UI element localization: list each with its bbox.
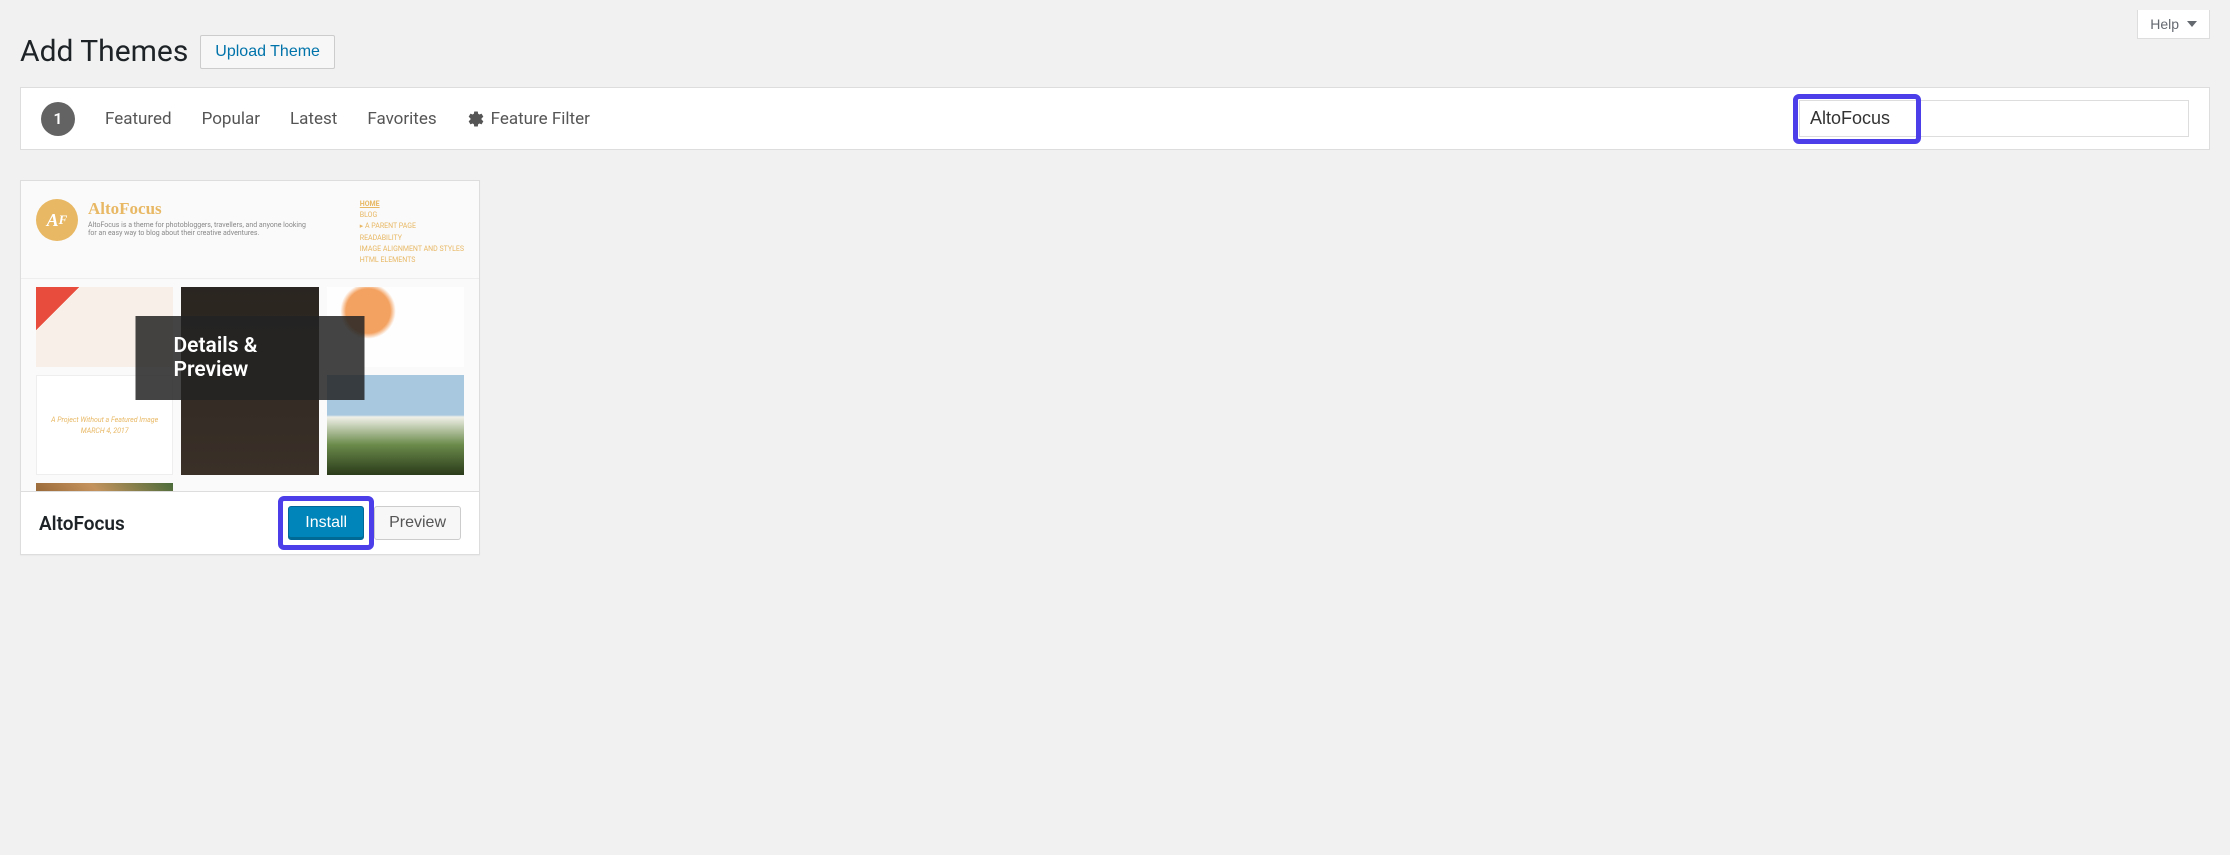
results-count-badge: 1 xyxy=(41,102,75,136)
search-input[interactable] xyxy=(1799,100,2189,137)
filter-favorites[interactable]: Favorites xyxy=(367,109,436,129)
page-header: Add Themes Upload Theme xyxy=(20,34,2210,69)
filter-featured[interactable]: Featured xyxy=(105,109,172,129)
help-label: Help xyxy=(2150,16,2179,32)
theme-preview-title: AltoFocus xyxy=(88,199,350,219)
gear-icon xyxy=(467,110,485,128)
install-button[interactable]: Install xyxy=(288,506,364,540)
theme-grid: AF AltoFocus AltoFocus is a theme for ph… xyxy=(20,180,2210,555)
theme-footer: AltoFocus Install Preview xyxy=(21,491,479,554)
details-preview-button[interactable]: Details & Preview xyxy=(136,316,365,400)
filter-bar: 1 Featured Popular Latest Favorites Feat… xyxy=(20,87,2210,150)
chevron-down-icon xyxy=(2187,21,2197,27)
filter-latest[interactable]: Latest xyxy=(290,109,337,129)
theme-card[interactable]: AF AltoFocus AltoFocus is a theme for ph… xyxy=(20,180,480,555)
upload-theme-button[interactable]: Upload Theme xyxy=(200,35,335,69)
feature-filter-button[interactable]: Feature Filter xyxy=(467,109,590,129)
theme-name: AltoFocus xyxy=(39,512,288,535)
preview-button[interactable]: Preview xyxy=(374,506,461,540)
theme-logo: AF xyxy=(36,199,78,241)
theme-preview-menu: HOME BLOG ▸ A PARENT PAGE READABILITY IM… xyxy=(360,199,464,266)
feature-filter-label: Feature Filter xyxy=(491,109,590,129)
theme-screenshot: AF AltoFocus AltoFocus is a theme for ph… xyxy=(21,181,479,491)
filter-popular[interactable]: Popular xyxy=(202,109,260,129)
page-title: Add Themes xyxy=(20,34,188,69)
theme-preview-desc: AltoFocus is a theme for photobloggers, … xyxy=(88,221,308,237)
help-button[interactable]: Help xyxy=(2137,10,2210,39)
preview-thumb xyxy=(36,483,173,491)
